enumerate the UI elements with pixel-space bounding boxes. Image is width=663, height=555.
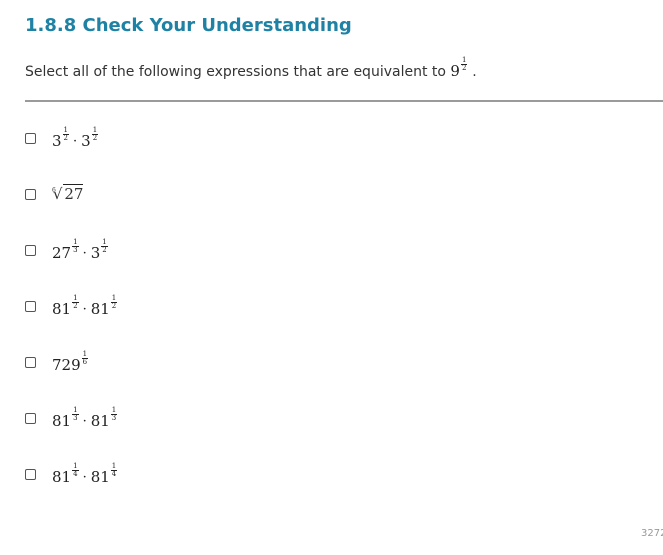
exponent-denominator: 2	[63, 133, 69, 142]
exponent-denominator: 3	[111, 413, 117, 422]
target-expression: 912	[450, 57, 472, 80]
checkbox[interactable]	[25, 468, 36, 480]
prompt-period: .	[472, 63, 477, 80]
exponent-denominator: 3	[73, 413, 78, 422]
option-expression: 81 1 4 · 81 1 4	[52, 462, 118, 486]
target-exponent: 12	[460, 57, 468, 72]
exponent-denominator: 4	[73, 469, 78, 478]
option-expression: 729 1 6	[52, 350, 89, 374]
page-title: 1.8.8 Check Your Understanding	[25, 15, 352, 36]
corner-id-text: 3272	[641, 528, 663, 539]
exponent: 13	[72, 238, 79, 254]
multiply-dot: ·	[82, 302, 87, 318]
question-prompt: Select all of the following expressions …	[25, 57, 477, 80]
exponent: 12	[101, 238, 108, 254]
exponent-denominator: 3	[73, 245, 78, 254]
answer-option-7[interactable]: 81 1 4 · 81 1 4	[25, 462, 118, 486]
answer-option-1[interactable]: 3 1 2 · 3 1 2	[25, 126, 99, 150]
base: 81	[52, 467, 72, 486]
checkbox[interactable]	[25, 300, 36, 312]
multiply-dot: ·	[82, 470, 87, 486]
radical-index: 6	[52, 187, 56, 194]
base: 729	[52, 355, 81, 374]
answer-option-5[interactable]: 729 1 6	[25, 350, 89, 374]
base: 3	[52, 131, 62, 150]
base: 81	[52, 299, 72, 318]
option-expression: 81 1 2 · 81 1 2	[52, 294, 118, 318]
option-expression: 27 1 3 · 3 1 2	[52, 238, 108, 262]
exponent: 13	[72, 406, 79, 422]
base: 81	[90, 467, 110, 486]
answer-option-4[interactable]: 81 1 2 · 81 1 2	[25, 294, 118, 318]
answer-option-6[interactable]: 81 1 3 · 81 1 3	[25, 406, 118, 430]
target-base: 9	[450, 61, 460, 80]
exponent: 12	[62, 126, 70, 142]
base: 81	[52, 411, 72, 430]
radical-expression: 6√ 27	[52, 184, 84, 203]
exponent: 16	[81, 350, 89, 366]
base: 3	[90, 243, 101, 262]
exponent-denominator: 2	[73, 301, 78, 310]
answer-option-3[interactable]: 27 1 3 · 3 1 2	[25, 238, 108, 262]
divider	[25, 100, 663, 102]
base: 3	[81, 131, 91, 150]
exponent-denominator: 6	[82, 357, 88, 366]
option-expression: 81 1 3 · 81 1 3	[52, 406, 118, 430]
prompt-text: Select all of the following expressions …	[25, 63, 446, 80]
checkbox[interactable]	[25, 412, 36, 424]
multiply-dot: ·	[82, 414, 87, 430]
base: 81	[90, 411, 110, 430]
checkbox[interactable]	[25, 244, 36, 256]
checkbox[interactable]	[25, 132, 36, 144]
option-expression: 3 1 2 · 3 1 2	[52, 126, 99, 150]
exponent-denominator: 2	[102, 245, 107, 254]
exponent-denominator: 2	[111, 301, 117, 310]
base: 27	[52, 243, 72, 262]
exponent: 12	[72, 294, 79, 310]
base: 81	[90, 299, 110, 318]
exponent: 12	[110, 294, 118, 310]
answer-option-2[interactable]: 6√ 27	[25, 182, 84, 206]
multiply-dot: ·	[73, 134, 78, 150]
exponent-denominator: 2	[92, 133, 98, 142]
target-exponent-denominator: 2	[461, 64, 467, 72]
exponent: 12	[91, 126, 99, 142]
checkbox[interactable]	[25, 356, 36, 368]
exponent: 14	[72, 462, 79, 478]
multiply-dot: ·	[82, 246, 87, 262]
radicand: 27	[63, 184, 84, 203]
exponent: 13	[110, 406, 118, 422]
exponent-denominator: 4	[111, 469, 117, 478]
exponent: 14	[110, 462, 118, 478]
checkbox[interactable]	[25, 188, 36, 200]
